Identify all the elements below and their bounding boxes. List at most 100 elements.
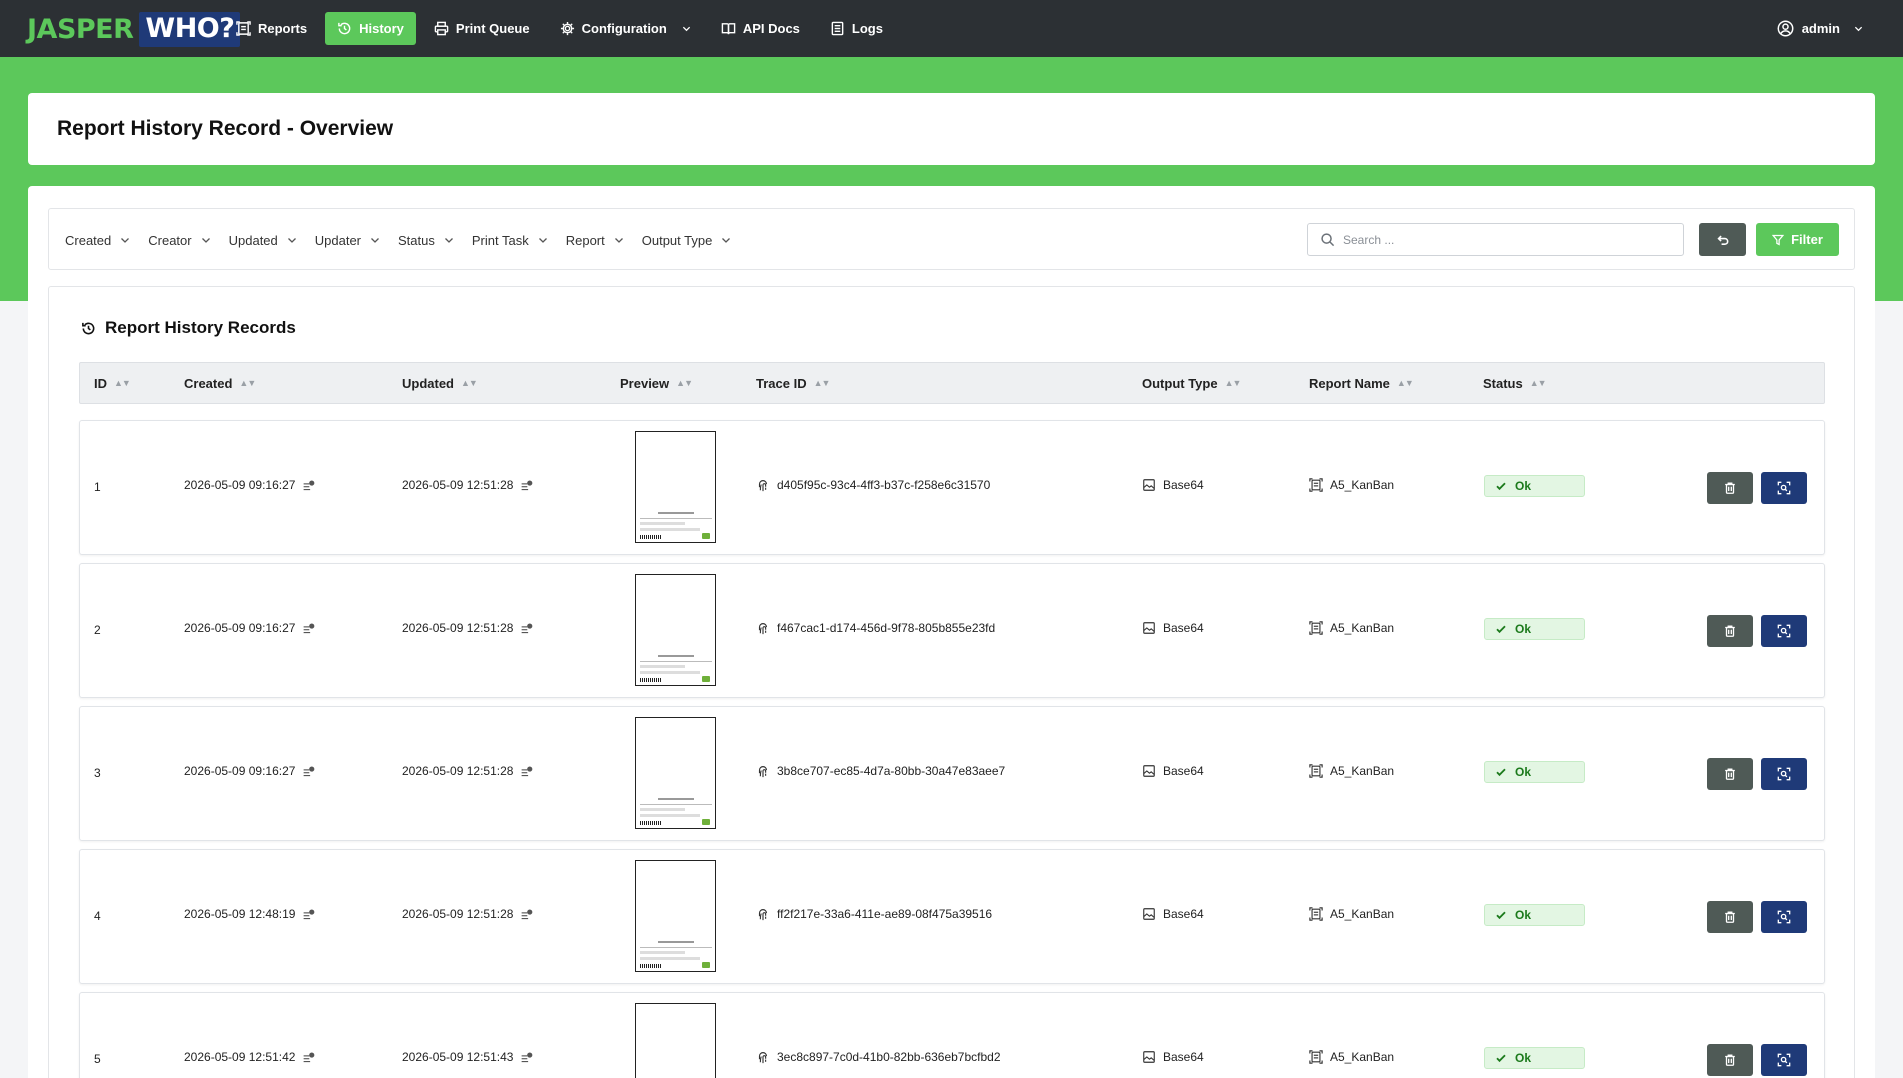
gear-icon — [560, 21, 574, 36]
check-icon — [1496, 911, 1506, 920]
column-header-updated[interactable]: Updated ▲▼ — [402, 363, 478, 403]
delete-button[interactable] — [1707, 472, 1753, 504]
created-timestamp: 2026-05-09 09:16:27 — [184, 478, 296, 492]
records-panel: Report History Records ID ▲▼ Created ▲▼ Up… — [48, 286, 1855, 1078]
report-preview-thumbnail[interactable] — [635, 431, 716, 543]
report-name: A5_KanBan — [1330, 478, 1395, 492]
cell-trace-id: f467cac1-d174-456d-9f78-805b855e23fd — [756, 621, 995, 635]
delete-button[interactable] — [1707, 758, 1753, 790]
report-icon — [1309, 1050, 1323, 1064]
row-id: 1 — [94, 480, 101, 494]
delete-button[interactable] — [1707, 901, 1753, 933]
undo-icon — [1717, 235, 1729, 245]
table-row[interactable]: 4 2026-05-09 12:48:19 2026-05-09 12:51:28 f… — [79, 849, 1825, 984]
user-menu[interactable]: admin — [1777, 12, 1863, 45]
reset-button[interactable] — [1699, 223, 1746, 256]
nav-item-api-docs[interactable]: API Docs — [709, 12, 812, 45]
column-header-created[interactable]: Created ▲▼ — [184, 363, 256, 403]
cell-updated: 2026-05-09 12:51:28 — [402, 621, 533, 635]
filter-label: Print Task — [471, 232, 529, 248]
view-details-button[interactable] — [1761, 615, 1807, 647]
report-preview-thumbnail[interactable] — [635, 717, 716, 829]
table-row[interactable]: 3 2026-05-09 09:16:27 2026-05-09 12:51:28 3… — [79, 706, 1825, 841]
search-input[interactable] — [1343, 232, 1663, 247]
column-label: ID — [94, 375, 107, 391]
report-preview-thumbnail[interactable] — [635, 574, 716, 686]
scan-search-icon — [1777, 624, 1791, 638]
cell-created: 2026-05-09 09:16:27 — [184, 478, 315, 492]
output-type: Base64 — [1163, 478, 1204, 492]
cell-trace-id: ff2f217e-33a6-411e-ae89-08f475a39516 — [756, 907, 992, 921]
status-text: Ok — [1515, 765, 1532, 779]
chevron-down-icon — [121, 238, 130, 243]
nav-item-reports[interactable]: Reports — [224, 12, 319, 45]
trace-id: f467cac1-d174-456d-9f78-805b855e23fd — [777, 621, 996, 635]
nav-item-logs[interactable]: Logs — [818, 12, 895, 45]
column-header-output-type[interactable]: Output Type ▲▼ — [1142, 363, 1241, 403]
delete-button[interactable] — [1707, 615, 1753, 647]
column-header-status[interactable]: Status ▲▼ — [1483, 363, 1547, 403]
cell-created: 2026-05-09 09:16:27 — [184, 621, 315, 635]
view-details-button[interactable] — [1761, 472, 1807, 504]
status-text: Ok — [1515, 908, 1532, 922]
image-file-icon — [1143, 479, 1155, 491]
table-row[interactable]: 5 2026-05-09 12:51:42 2026-05-09 12:51:43 3… — [79, 992, 1825, 1078]
report-icon — [1309, 907, 1323, 921]
updated-timestamp: 2026-05-09 12:51:43 — [402, 1050, 514, 1064]
column-label: Updated — [402, 375, 454, 391]
row-id: 3 — [94, 766, 101, 780]
details-icon — [522, 479, 533, 490]
logo[interactable]: JASPER WHO? — [27, 10, 241, 48]
chevron-down-icon — [444, 238, 453, 243]
cell-updated: 2026-05-09 12:51:28 — [402, 764, 533, 778]
records-heading: Report History Records — [81, 318, 296, 338]
nav-label: Configuration — [581, 21, 667, 36]
table-row[interactable]: 2 2026-05-09 09:16:27 2026-05-09 12:51:28 f… — [79, 563, 1825, 698]
image-file-icon — [1143, 908, 1155, 920]
image-file-icon — [1143, 1051, 1155, 1063]
filter-dropdown-print-task[interactable]: Print Task — [472, 233, 548, 248]
view-details-button[interactable] — [1761, 758, 1807, 790]
status-badge: Ok — [1484, 1047, 1585, 1069]
report-preview-thumbnail[interactable] — [635, 860, 716, 972]
delete-button[interactable] — [1707, 1044, 1753, 1076]
filter-dropdown-created[interactable]: Created — [65, 233, 130, 248]
book-icon — [721, 23, 736, 35]
filter-dropdown-creator[interactable]: Creator — [148, 233, 210, 248]
updated-timestamp: 2026-05-09 12:51:28 — [402, 907, 514, 921]
updated-timestamp: 2026-05-09 12:51:28 — [402, 621, 514, 635]
column-label: Preview — [620, 375, 670, 391]
filter-dropdown-output-type[interactable]: Output Type — [642, 233, 732, 248]
report-icon — [236, 21, 251, 36]
nav-label: Logs — [851, 21, 883, 36]
status-text: Ok — [1515, 1051, 1532, 1065]
view-details-button[interactable] — [1761, 901, 1807, 933]
trash-icon — [1725, 625, 1735, 637]
updated-timestamp: 2026-05-09 12:51:28 — [402, 478, 514, 492]
filter-dropdown-report[interactable]: Report — [566, 233, 624, 248]
cell-id: 4 — [94, 909, 101, 923]
details-icon — [522, 1051, 533, 1062]
search-box[interactable] — [1307, 223, 1684, 256]
nav-item-configuration[interactable]: Configuration — [548, 12, 703, 45]
view-details-button[interactable] — [1761, 1044, 1807, 1076]
user-circle-icon — [1777, 20, 1794, 37]
column-header-preview[interactable]: Preview ▲▼ — [620, 363, 693, 403]
chevron-down-icon — [1854, 26, 1863, 32]
fingerprint-icon — [758, 1052, 768, 1064]
filter-dropdown-updated[interactable]: Updated — [229, 233, 297, 248]
filter-dropdown-updater[interactable]: Updater — [315, 233, 380, 248]
column-header-report-name[interactable]: Report Name ▲▼ — [1309, 363, 1414, 403]
nav-item-print-queue[interactable]: Print Queue — [422, 12, 542, 45]
table-row[interactable]: 1 2026-05-09 09:16:27 2026-05-09 12:51:28 d… — [79, 420, 1825, 555]
fingerprint-icon — [758, 909, 768, 921]
filter-dropdown-status[interactable]: Status — [398, 233, 454, 248]
check-icon — [1496, 768, 1506, 777]
column-header-id[interactable]: ID ▲▼ — [94, 363, 131, 403]
column-header-trace-id[interactable]: Trace ID ▲▼ — [756, 363, 830, 403]
report-preview-thumbnail[interactable] — [635, 1003, 716, 1078]
filter-label: Created — [65, 232, 112, 248]
nav-item-history[interactable]: History — [325, 12, 416, 45]
output-type: Base64 — [1163, 764, 1204, 778]
filter-button[interactable]: Filter — [1756, 223, 1839, 256]
